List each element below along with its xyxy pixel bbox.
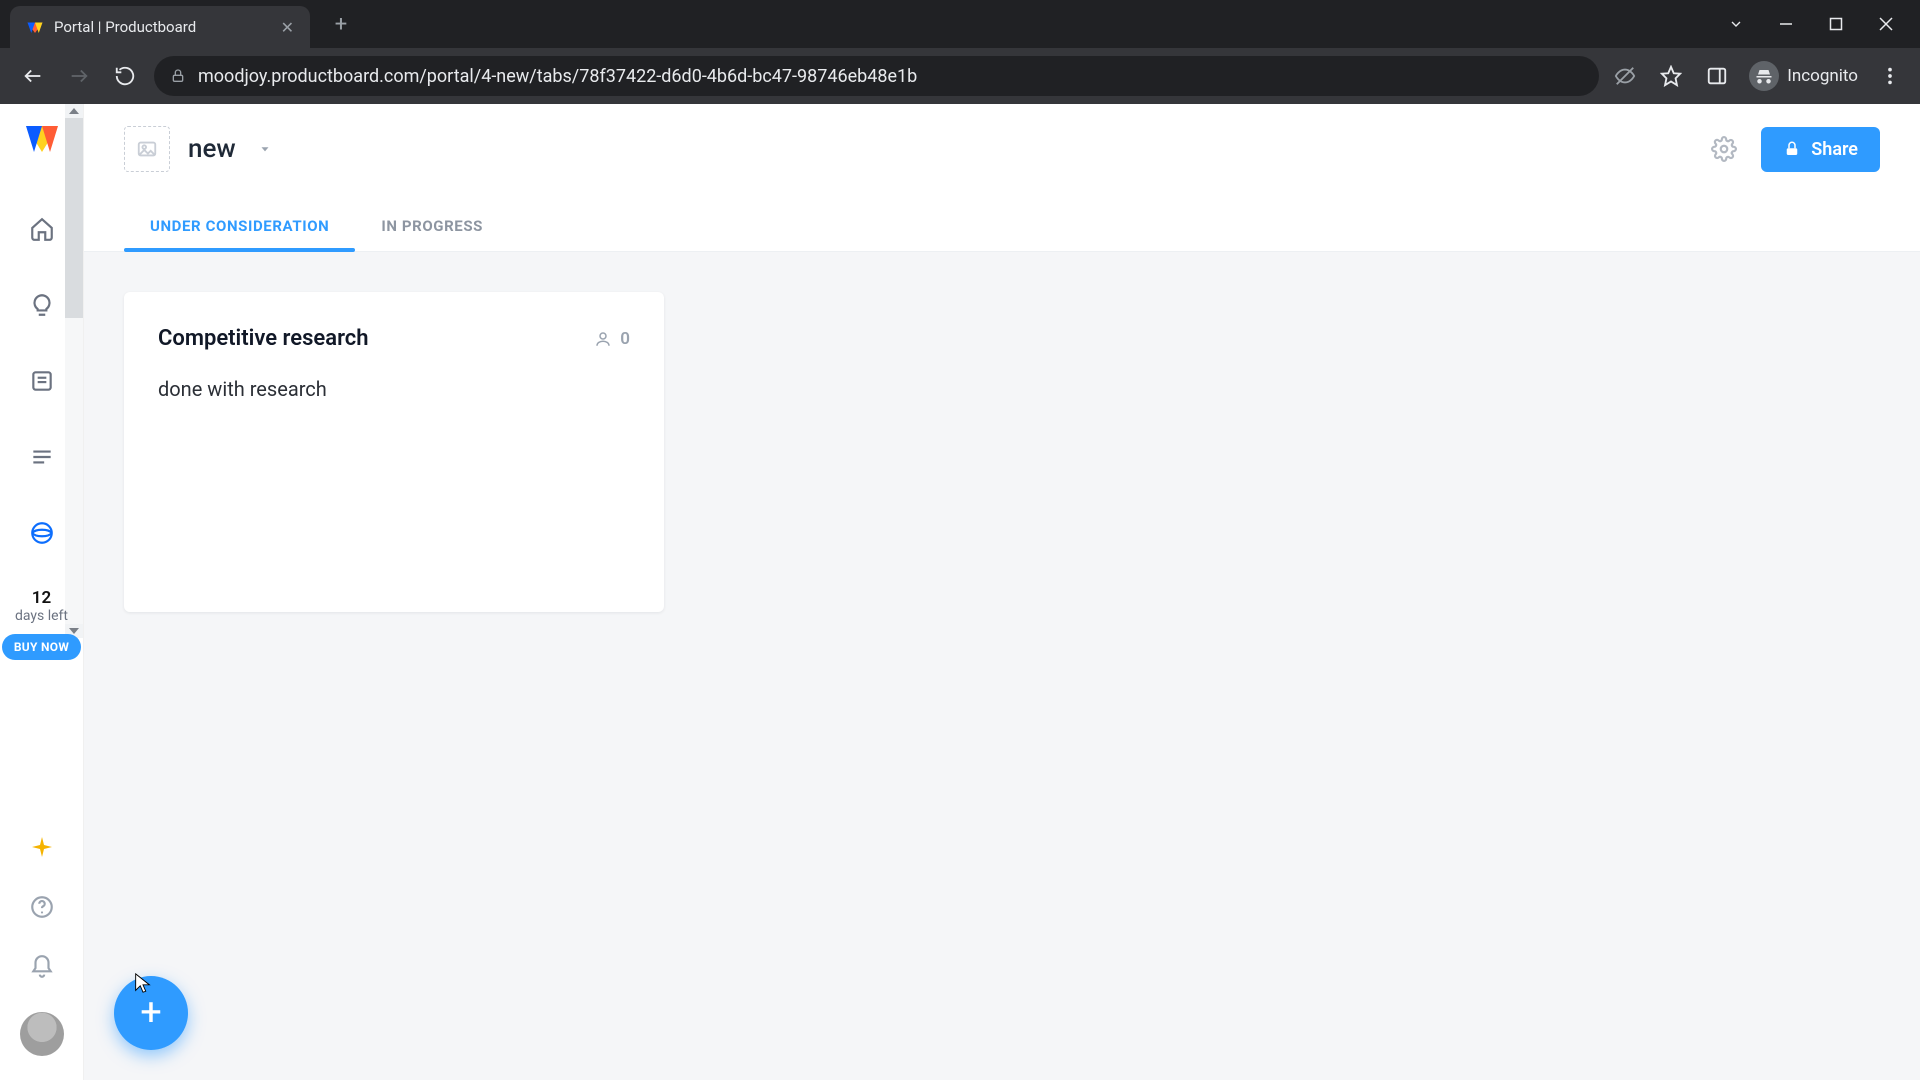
nav-home-icon[interactable] [27, 214, 57, 244]
window-close-icon[interactable] [1878, 16, 1894, 32]
nav-reload-button[interactable] [108, 59, 142, 93]
productboard-logo[interactable] [22, 118, 62, 158]
nav-notifications-icon[interactable] [27, 952, 57, 982]
tab-close-icon[interactable]: ✕ [281, 18, 294, 37]
card-body: done with research [158, 377, 630, 401]
side-panel-icon[interactable] [1703, 62, 1731, 90]
buy-now-button[interactable]: BUY NOW [2, 634, 81, 660]
window-maximize-icon[interactable] [1828, 16, 1844, 32]
rail-scroll-up[interactable] [65, 104, 83, 118]
share-button-label: Share [1811, 139, 1858, 160]
portal-name[interactable]: new [188, 134, 236, 164]
portal-thumbnail-placeholder[interactable] [124, 126, 170, 172]
card-votes[interactable]: 0 [594, 329, 630, 349]
incognito-icon [1749, 61, 1779, 91]
main-area: new Share UNDER CONSIDERATION IN PROGRES… [84, 104, 1920, 1080]
nav-forward-button[interactable] [62, 59, 96, 93]
portal-tabs: UNDER CONSIDERATION IN PROGRESS [84, 194, 1920, 252]
feature-card[interactable]: Competitive research 0 done with researc… [124, 292, 664, 612]
nav-ai-icon[interactable] [27, 832, 57, 862]
nav-portal-icon[interactable] [27, 518, 57, 548]
board-area: Competitive research 0 done with researc… [84, 252, 1920, 1080]
browser-addressbar: moodjoy.productboard.com/portal/4-new/ta… [0, 48, 1920, 104]
window-minimize-icon[interactable] [1778, 16, 1794, 32]
nav-roadmap-icon[interactable] [27, 442, 57, 472]
tab-title: Portal | Productboard [54, 18, 271, 36]
lock-icon [170, 68, 186, 84]
card-vote-count: 0 [620, 329, 630, 349]
incognito-label: Incognito [1787, 66, 1858, 86]
trial-indicator: 12 days left BUY NOW [2, 588, 81, 660]
url-text: moodjoy.productboard.com/portal/4-new/ta… [198, 66, 917, 87]
votes-icon [594, 330, 612, 348]
window-controls [1728, 16, 1920, 32]
user-avatar[interactable] [20, 1012, 64, 1056]
portal-settings-icon[interactable] [1711, 136, 1737, 162]
left-rail: 12 days left BUY NOW [0, 104, 84, 1080]
new-tab-button[interactable]: + [324, 7, 358, 41]
trial-days: 12 [2, 588, 81, 608]
rail-scroll-thumb[interactable] [65, 118, 83, 318]
browser-tab[interactable]: Portal | Productboard ✕ [10, 6, 310, 48]
eye-off-icon[interactable] [1611, 62, 1639, 90]
portal-name-caret-icon[interactable] [258, 142, 272, 156]
tab-search-icon[interactable] [1728, 16, 1744, 32]
app-root: 12 days left BUY NOW new Share [0, 104, 1920, 1080]
kebab-menu-icon[interactable] [1876, 62, 1904, 90]
nav-features-icon[interactable] [27, 366, 57, 396]
tab-in-progress[interactable]: IN PROGRESS [355, 217, 509, 251]
share-lock-icon [1783, 140, 1801, 158]
bookmark-star-icon[interactable] [1657, 62, 1685, 90]
nav-insights-icon[interactable] [27, 290, 57, 320]
card-title: Competitive research [158, 326, 369, 351]
tab-favicon [26, 18, 44, 36]
url-box[interactable]: moodjoy.productboard.com/portal/4-new/ta… [154, 56, 1599, 96]
trial-days-label: days left [2, 608, 81, 624]
nav-back-button[interactable] [16, 59, 50, 93]
portal-topbar: new Share [84, 104, 1920, 194]
browser-titlebar: Portal | Productboard ✕ + [0, 0, 1920, 48]
incognito-indicator[interactable]: Incognito [1749, 61, 1858, 91]
addressbar-right-icons: Incognito [1611, 61, 1904, 91]
nav-help-icon[interactable] [27, 892, 57, 922]
tab-under-consideration[interactable]: UNDER CONSIDERATION [124, 217, 355, 251]
mouse-cursor [132, 972, 154, 994]
share-button[interactable]: Share [1761, 127, 1880, 172]
